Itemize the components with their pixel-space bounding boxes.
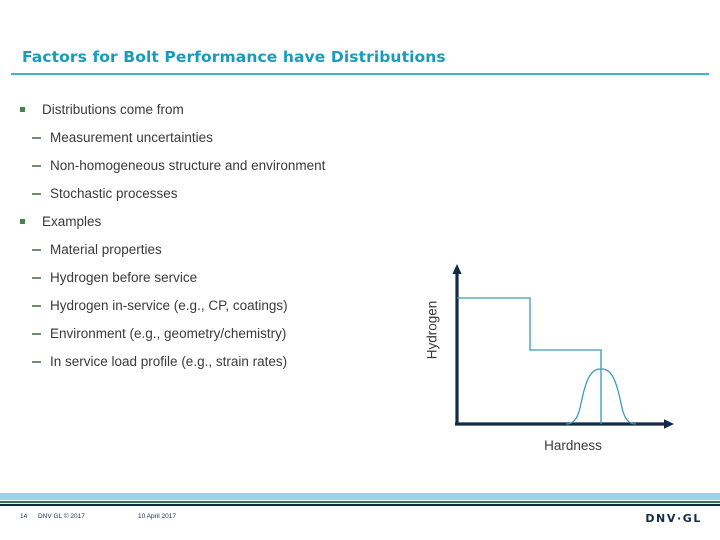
list-item: Hydrogen before service <box>0 264 440 292</box>
footer-band-navy <box>0 504 720 506</box>
bullet-group-heading: Distributions come from <box>0 96 440 124</box>
x-axis <box>455 419 674 429</box>
list-item-label: In service load profile (e.g., strain ra… <box>50 354 288 369</box>
list-item-label: Measurement uncertainties <box>50 130 213 145</box>
list-item-label: Environment (e.g., geometry/chemistry) <box>50 326 287 341</box>
list-item-label: Hydrogen in-service (e.g., CP, coatings) <box>50 298 288 313</box>
square-bullet-icon <box>20 219 25 224</box>
page-title: Factors for Bolt Performance have Distri… <box>22 48 446 66</box>
chart-y-axis-label: Hydrogen <box>424 300 440 360</box>
slide-date: 10 April 2017 <box>138 513 176 520</box>
bullet-label: Distributions come from <box>42 102 184 117</box>
bullet-content: Distributions come from Measurement unce… <box>0 96 440 376</box>
copyright-text: DNV GL © 2017 <box>38 513 85 520</box>
list-item-label: Non-homogeneous structure and environmen… <box>50 158 326 173</box>
list-item: Stochastic processes <box>0 180 440 208</box>
list-item: In service load profile (e.g., strain ra… <box>0 348 440 376</box>
dash-bullet-icon <box>32 137 41 139</box>
bullet-group-heading: Examples <box>0 208 440 236</box>
list-item: Environment (e.g., geometry/chemistry) <box>0 320 440 348</box>
dash-bullet-icon <box>32 277 41 279</box>
dash-bullet-icon <box>32 333 41 335</box>
hydrogen-hardness-chart <box>410 258 700 468</box>
square-bullet-icon <box>20 107 25 112</box>
dash-bullet-icon <box>32 361 41 363</box>
y-axis <box>452 264 462 425</box>
dnv-gl-logo: DNV·GL <box>645 512 702 525</box>
dash-bullet-icon <box>32 305 41 307</box>
chart-x-axis-label: Hardness <box>544 438 602 453</box>
dash-bullet-icon <box>32 193 41 195</box>
hydrogen-step-curve <box>457 297 602 424</box>
slide-number: 14 <box>20 513 28 520</box>
list-item: Hydrogen in-service (e.g., CP, coatings) <box>0 292 440 320</box>
list-item: Measurement uncertainties <box>0 124 440 152</box>
bullet-label: Examples <box>42 214 102 229</box>
chart-svg <box>452 264 674 429</box>
list-item-label: Stochastic processes <box>50 186 178 201</box>
footer-band-light-blue <box>0 493 720 500</box>
dash-bullet-icon <box>32 165 41 167</box>
list-item-label: Material properties <box>50 242 162 257</box>
dash-bullet-icon <box>32 249 41 251</box>
list-item: Material properties <box>0 236 440 264</box>
slide-canvas: Factors for Bolt Performance have Distri… <box>0 0 720 540</box>
footer-decorative-bands <box>0 493 720 506</box>
list-item: Non-homogeneous structure and environmen… <box>0 152 440 180</box>
title-underline-rule <box>11 73 709 75</box>
list-item-label: Hydrogen before service <box>50 270 198 285</box>
